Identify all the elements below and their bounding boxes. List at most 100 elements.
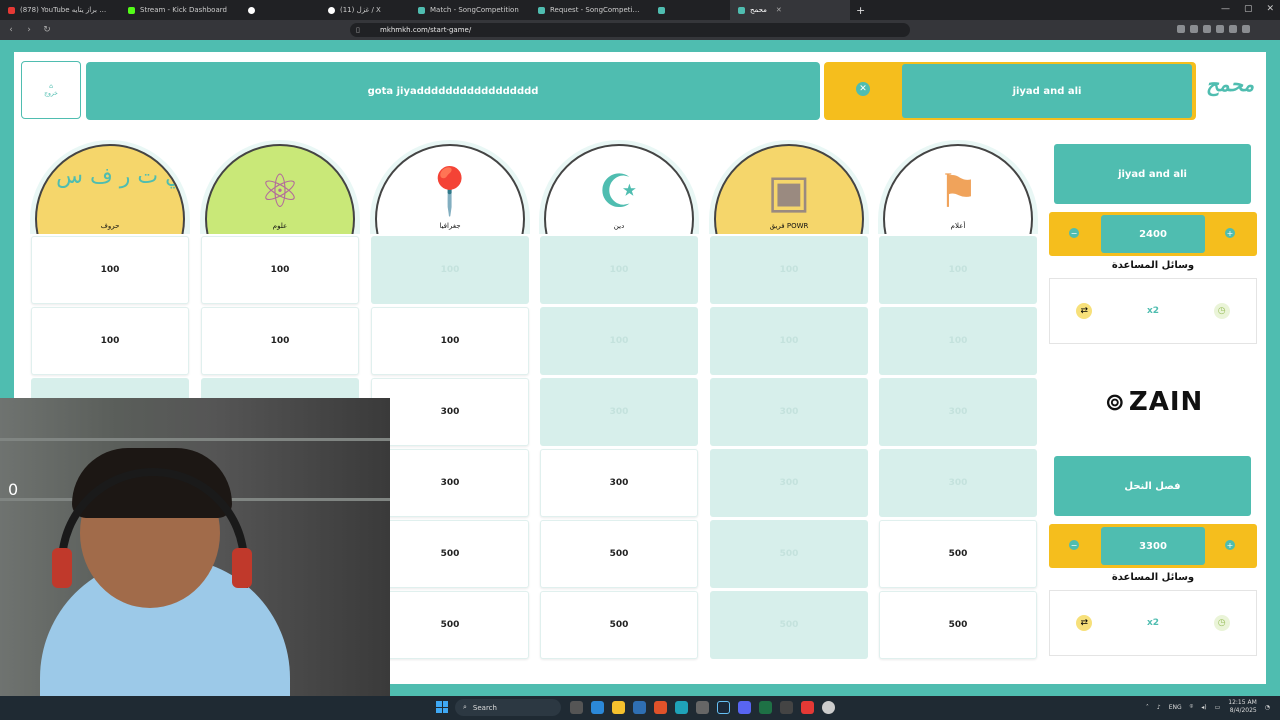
url-field[interactable]: ▯ mkhmkh.com/start-game/ xyxy=(350,23,910,37)
extension-icon[interactable] xyxy=(1242,25,1250,33)
taskbar-search[interactable]: ⌕ Search xyxy=(455,699,561,716)
question-cell[interactable]: 100 xyxy=(201,307,359,375)
question-cell[interactable]: 500 xyxy=(879,591,1037,659)
current-turn-team: jiyad and ali xyxy=(902,64,1192,118)
close-icon[interactable]: ✕ xyxy=(1266,4,1274,14)
system-tray: ˄ ♪ ENG ⌾ ◂) ▭ 12:15 AM 8/4/2025 ◔ xyxy=(1146,699,1270,715)
extension-icon[interactable] xyxy=(1229,25,1237,33)
minus-button[interactable]: − xyxy=(1069,228,1079,238)
browser-tab[interactable]: Stream - Kick Dashboard xyxy=(120,0,240,20)
category-religion: ☪ دين xyxy=(539,140,699,234)
back-icon[interactable]: ‹ xyxy=(4,25,18,35)
edge-icon[interactable] xyxy=(675,701,688,714)
battery-icon[interactable]: ▭ xyxy=(1215,704,1221,711)
reload-icon[interactable]: ↻ xyxy=(40,25,54,35)
x-icon xyxy=(328,6,335,14)
songcompetition-icon xyxy=(738,6,745,14)
forward-icon[interactable]: › xyxy=(22,25,36,35)
plus-button[interactable]: + xyxy=(1225,540,1235,550)
tab-close-icon[interactable]: ✕ xyxy=(776,6,782,14)
browser-tab[interactable] xyxy=(650,0,730,20)
question-cell[interactable]: 300 xyxy=(371,378,529,446)
team-name-2: فصل النحل xyxy=(1054,456,1251,516)
browser-tab[interactable]: Request - SongCompetition xyxy=(530,0,650,20)
question-cell: 100 xyxy=(710,307,868,375)
clock-icon[interactable]: ◷ xyxy=(1213,303,1230,319)
notification-icon[interactable]: ◔ xyxy=(1265,704,1270,711)
minus-button[interactable]: − xyxy=(1069,540,1079,550)
browser-tab[interactable]: (878) YouTube اغاني براز يتايه xyxy=(0,0,120,20)
store-icon[interactable] xyxy=(633,701,646,714)
question-cell[interactable]: 300 xyxy=(371,449,529,517)
file-explorer-icon[interactable] xyxy=(612,701,625,714)
question-cell[interactable]: 500 xyxy=(879,520,1037,588)
question-cell: 500 xyxy=(710,520,868,588)
question-cell[interactable]: 100 xyxy=(371,307,529,375)
plus-button[interactable]: + xyxy=(1225,228,1235,238)
tray-chevron-icon[interactable]: ˄ xyxy=(1146,704,1149,711)
swap-icon[interactable]: ⇄ xyxy=(1076,303,1093,319)
steam-icon[interactable] xyxy=(717,701,730,714)
shelf xyxy=(0,438,390,441)
obs-icon[interactable] xyxy=(822,701,835,714)
browser-tab[interactable]: محمح ✕ xyxy=(730,0,850,20)
settings-icon[interactable] xyxy=(696,701,709,714)
current-turn-panel: ✕ jiyad and ali xyxy=(824,62,1196,120)
turn-indicator-icon: ✕ xyxy=(856,82,870,96)
microphone-icon[interactable]: ♪ xyxy=(1157,704,1161,711)
extension-icon[interactable] xyxy=(1216,25,1224,33)
task-view-icon[interactable] xyxy=(570,701,583,714)
flags-icon: ⚑ xyxy=(883,144,1033,234)
discord-icon[interactable] xyxy=(738,701,751,714)
geography-icon: 📍 xyxy=(375,144,525,234)
swap-icon[interactable]: ⇄ xyxy=(1076,615,1093,631)
question-cell: 500 xyxy=(710,591,868,659)
window-controls: — ▢ ✕ xyxy=(1221,4,1274,14)
minimize-icon[interactable]: — xyxy=(1221,4,1230,14)
exit-label: خروج xyxy=(44,90,58,97)
science-icon: ⚛ xyxy=(205,144,355,234)
start-icon[interactable] xyxy=(436,701,448,713)
double-icon[interactable]: x2 xyxy=(1145,615,1161,631)
extension-icon[interactable] xyxy=(1177,25,1185,33)
excel-icon[interactable] xyxy=(759,701,772,714)
category-geography: 📍 جغرافيا xyxy=(370,140,530,234)
team-one-bar: gota jiyaddddddddddddddddd xyxy=(86,62,820,120)
copilot-icon[interactable] xyxy=(591,701,604,714)
bookmark-icon[interactable]: ▯ xyxy=(356,26,360,34)
category-label: أعلام xyxy=(950,222,966,230)
clock-icon[interactable]: ◷ xyxy=(1213,615,1230,631)
browser-tab[interactable]: (11) غزل / X xyxy=(320,0,410,20)
extension-icon[interactable] xyxy=(1203,25,1211,33)
new-tab-icon[interactable]: + xyxy=(856,4,865,17)
browser-tab[interactable] xyxy=(240,0,320,20)
maximize-icon[interactable]: ▢ xyxy=(1244,4,1253,14)
question-cell[interactable]: 500 xyxy=(540,520,698,588)
category-label: فريق POWR xyxy=(769,222,809,230)
double-icon[interactable]: x2 xyxy=(1145,303,1161,319)
question-cell[interactable]: 100 xyxy=(31,236,189,304)
chrome-icon[interactable] xyxy=(801,701,814,714)
category-flags: ⚑ أعلام xyxy=(878,140,1038,234)
headset-left-cup xyxy=(52,548,72,588)
extension-icon[interactable] xyxy=(1190,25,1198,33)
question-cell[interactable]: 500 xyxy=(371,520,529,588)
language-indicator[interactable]: ENG xyxy=(1169,704,1182,711)
team-icon: ▣ xyxy=(714,144,864,234)
question-cell[interactable]: 100 xyxy=(201,236,359,304)
kick-icon xyxy=(128,6,135,14)
url-text: mkhmkh.com/start-game/ xyxy=(380,26,472,34)
exit-button[interactable]: ⌂ خروج xyxy=(21,61,81,119)
clock[interactable]: 12:15 AM 8/4/2025 xyxy=(1228,699,1256,715)
app-icon[interactable] xyxy=(780,701,793,714)
team-score-2: − 3300 + xyxy=(1049,524,1257,568)
question-cell[interactable]: 500 xyxy=(540,591,698,659)
network-icon[interactable]: ⌾ xyxy=(1190,703,1194,711)
question-cell[interactable]: 300 xyxy=(540,449,698,517)
letters-icon: ي ت ر ف س ه xyxy=(35,144,185,234)
question-cell[interactable]: 500 xyxy=(371,591,529,659)
question-cell[interactable]: 100 xyxy=(31,307,189,375)
volume-icon[interactable]: ◂) xyxy=(1201,704,1206,711)
browser-tab[interactable]: Match - SongCompetition xyxy=(410,0,530,20)
brave-icon[interactable] xyxy=(654,701,667,714)
